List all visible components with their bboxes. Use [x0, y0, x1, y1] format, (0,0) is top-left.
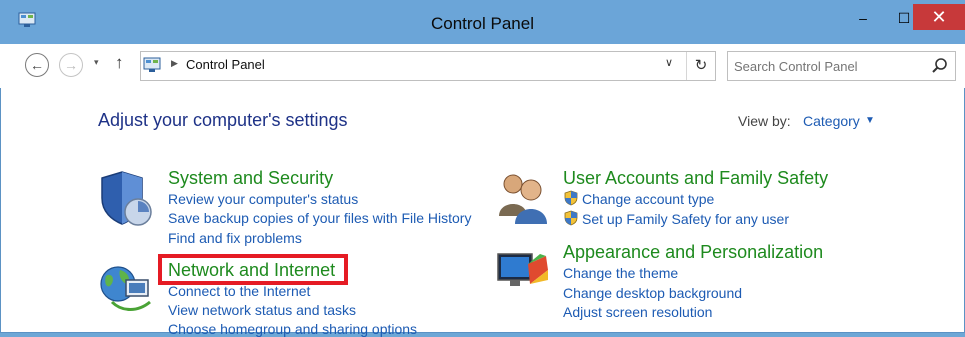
link-family-safety[interactable]: Set up Family Safety for any user: [582, 211, 789, 227]
view-by-dropdown[interactable]: Category: [803, 113, 860, 129]
link-desktop-background[interactable]: Change desktop background: [563, 285, 742, 301]
refresh-button[interactable]: ↻: [686, 52, 715, 80]
uac-shield-icon: [564, 210, 578, 226]
minimize-button[interactable]: –: [845, 8, 881, 30]
title-bar: Control Panel – ☐ ✕: [0, 0, 965, 44]
shield-icon[interactable]: [98, 170, 154, 228]
link-homegroup-sharing[interactable]: Choose homegroup and sharing options: [168, 321, 417, 337]
link-network-status[interactable]: View network status and tasks: [168, 302, 356, 318]
control-panel-icon: [143, 57, 161, 72]
breadcrumb[interactable]: Control Panel: [186, 57, 265, 72]
search-input[interactable]: [732, 55, 926, 77]
link-change-account-type[interactable]: Change account type: [582, 191, 714, 207]
link-find-fix-problems[interactable]: Find and fix problems: [168, 230, 302, 246]
users-icon[interactable]: [495, 170, 551, 224]
up-button[interactable]: ↑: [115, 53, 124, 73]
link-file-history[interactable]: Save backup copies of your files with Fi…: [168, 210, 471, 226]
category-system-and-security[interactable]: System and Security: [168, 168, 333, 189]
navigation-toolbar: ← → ▾ ↑ ▶ Control Panel ∨ ↻: [0, 44, 965, 88]
page-title: Adjust your computer's settings: [98, 110, 348, 130]
breadcrumb-separator-icon[interactable]: ▶: [171, 58, 178, 69]
link-review-status[interactable]: Review your computer's status: [168, 191, 358, 207]
address-dropdown-icon[interactable]: ∨: [665, 56, 673, 69]
caret-down-icon[interactable]: ▼: [865, 115, 875, 126]
link-change-theme[interactable]: Change the theme: [563, 265, 678, 281]
highlight-box: [158, 254, 348, 285]
search-icon[interactable]: [931, 57, 949, 75]
monitor-palette-icon[interactable]: [496, 250, 550, 298]
back-button[interactable]: ←: [25, 53, 49, 77]
link-connect-internet[interactable]: Connect to the Internet: [168, 283, 310, 299]
forward-button[interactable]: →: [59, 53, 83, 77]
recent-locations-icon[interactable]: ▾: [94, 57, 99, 68]
category-appearance[interactable]: Appearance and Personalization: [563, 242, 823, 263]
control-panel-window: Control Panel – ☐ ✕ ← → ▾ ↑ ▶ Control Pa…: [0, 0, 965, 337]
category-user-accounts[interactable]: User Accounts and Family Safety: [563, 168, 828, 189]
globe-network-icon[interactable]: [98, 262, 156, 318]
search-box[interactable]: [727, 51, 956, 81]
uac-shield-icon: [564, 190, 578, 206]
window-title: Control Panel: [430, 14, 534, 33]
close-button[interactable]: ✕: [913, 4, 965, 30]
view-by-label: View by:: [738, 113, 791, 129]
address-bar[interactable]: ▶ Control Panel ∨ ↻: [140, 51, 716, 81]
link-screen-resolution[interactable]: Adjust screen resolution: [563, 304, 712, 320]
